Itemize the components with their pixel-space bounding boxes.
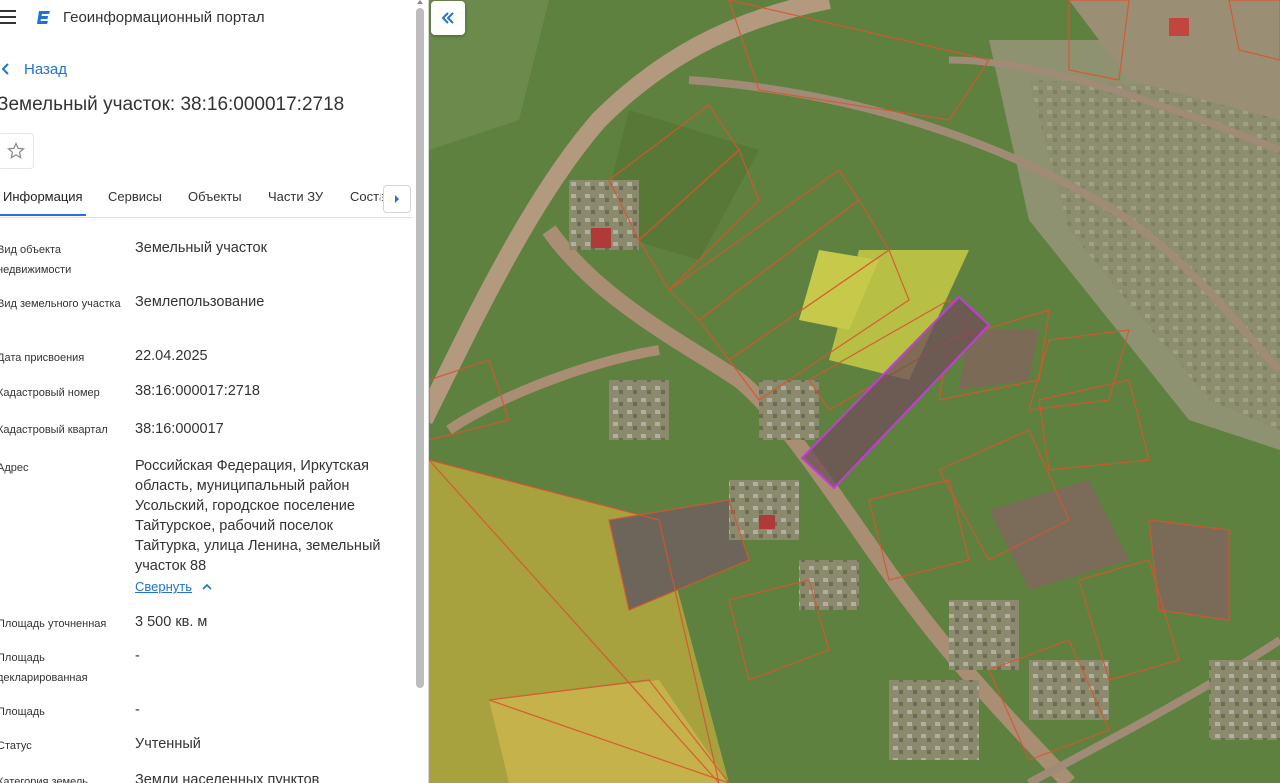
page-title: Земельный участок: 38:16:000017:2718 <box>0 94 345 115</box>
info-label: Дата присвоения <box>0 352 85 364</box>
info-label: Площадь <box>0 706 45 718</box>
info-label: Вид земельного участка <box>0 298 121 310</box>
address-value: Российская Федерация, Иркутская область,… <box>135 458 381 574</box>
info-value: 22.04.2025 <box>135 348 208 364</box>
address-collapse-link[interactable]: Свернуть <box>135 579 212 594</box>
chevron-left-icon <box>1 63 9 75</box>
info-label: Категория земель <box>0 776 88 783</box>
satellite-map[interactable] <box>429 0 1280 783</box>
favorite-button[interactable] <box>0 133 34 169</box>
panel-scrollbar[interactable] <box>416 8 424 688</box>
info-value: Земли населенных пунктов <box>135 772 320 783</box>
tab-bar: Информация Сервисы Объекты Части ЗУ Сост… <box>0 181 414 218</box>
info-label: Площадь уточненная <box>0 618 107 630</box>
tab-fade <box>378 181 382 215</box>
app-title: Геоинформационный портал <box>63 9 265 26</box>
tab-info[interactable]: Информация <box>3 189 83 204</box>
info-label: Кадастровый номер <box>0 387 100 399</box>
info-label: Адрес <box>0 462 29 474</box>
tab-active-indicator <box>0 214 86 216</box>
chevron-right-icon <box>395 195 399 203</box>
collapse-label: Свернуть <box>135 579 193 594</box>
info-label: Статус <box>0 740 32 752</box>
info-label: Кадастровый квартал <box>0 424 108 436</box>
tab-objects[interactable]: Объекты <box>188 189 242 204</box>
back-label: Назад <box>24 60 67 78</box>
chevron-up-icon <box>202 583 212 590</box>
collapse-panel-button[interactable] <box>431 1 465 35</box>
back-link[interactable]: Назад <box>0 58 67 80</box>
info-panel: Геоинформационный портал Назад Земельный… <box>0 0 429 783</box>
top-bar: Геоинформационный портал <box>0 0 428 36</box>
info-value: Земельный участок <box>135 240 267 256</box>
info-value: - <box>135 702 140 718</box>
info-label: Площадь декларированная <box>0 652 88 684</box>
map-view[interactable] <box>429 0 1280 783</box>
info-value: 38:16:000017 <box>135 421 224 437</box>
info-value: - <box>135 648 140 664</box>
info-value: 38:16:000017:2718 <box>135 383 260 399</box>
tab-parts[interactable]: Части ЗУ <box>268 189 323 204</box>
info-value: Учтенный <box>135 736 201 752</box>
star-icon <box>7 142 25 159</box>
info-label: Вид объекта недвижимости <box>0 244 72 276</box>
portal-logo-icon <box>37 11 50 24</box>
double-chevron-left-icon <box>441 12 454 24</box>
menu-icon[interactable] <box>0 10 16 24</box>
info-value: Землепользование <box>135 294 265 310</box>
scroll-up-arrow[interactable] <box>417 0 423 4</box>
tab-services[interactable]: Сервисы <box>108 189 162 204</box>
info-value: 3 500 кв. м <box>135 614 208 630</box>
tab-scroll-right-button[interactable] <box>383 185 411 213</box>
